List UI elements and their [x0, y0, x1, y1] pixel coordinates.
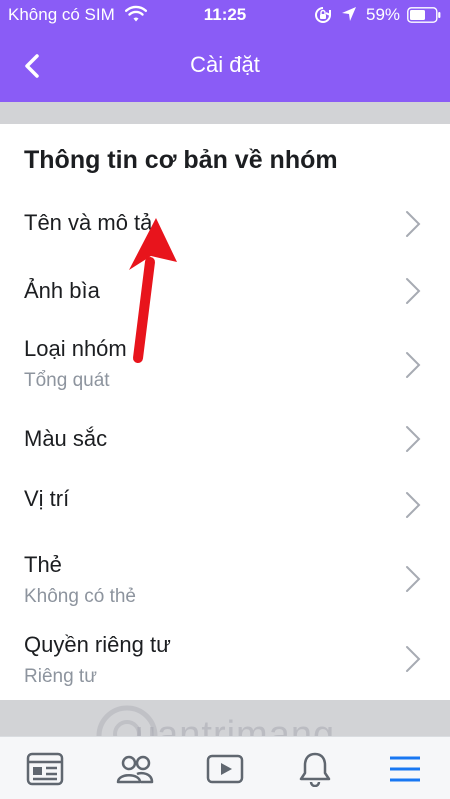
- rotation-lock-icon: [315, 7, 331, 23]
- setting-row-name-description[interactable]: Tên và mô tả: [0, 196, 450, 254]
- header: Không có SIM 11:25 59% Cài đặt: [0, 0, 450, 102]
- setting-label: Tên và mô tả: [24, 210, 153, 235]
- setting-label: Màu sắc: [24, 426, 108, 451]
- setting-value: Riêng tư: [24, 666, 97, 687]
- chevron-right-icon: [406, 426, 421, 452]
- setting-label: Ảnh bìa: [24, 278, 100, 303]
- setting-row-color[interactable]: Màu sắc: [0, 410, 450, 468]
- bell-icon: [299, 752, 331, 787]
- nav-bar: Cài đặt: [0, 30, 450, 102]
- screen: Không có SIM 11:25 59% Cài đặt Thông tin…: [0, 0, 450, 799]
- setting-row-privacy[interactable]: Quyền riêng tư Riêng tư: [0, 622, 450, 698]
- chevron-right-icon: [406, 566, 421, 592]
- section-title: Thông tin cơ bản về nhóm: [24, 146, 338, 174]
- section-divider: [0, 102, 450, 124]
- chevron-right-icon: [406, 211, 421, 237]
- chevron-right-icon: [406, 352, 421, 378]
- battery-percent: 59%: [366, 5, 401, 24]
- setting-label: Vị trí: [24, 486, 70, 511]
- setting-row-group-type[interactable]: Loại nhóm Tổng quát: [0, 326, 450, 402]
- chevron-right-icon: [406, 492, 421, 518]
- groups-icon: [116, 755, 154, 783]
- tab-notifications[interactable]: [270, 737, 360, 799]
- setting-value: Không có thẻ: [24, 586, 136, 607]
- location-icon: [342, 7, 356, 21]
- battery-icon: [407, 7, 441, 23]
- setting-value: Tổng quát: [24, 370, 110, 391]
- tab-menu[interactable]: [360, 737, 450, 799]
- tab-bar: [0, 736, 450, 799]
- news-feed-icon: [26, 752, 64, 785]
- chevron-right-icon: [406, 278, 421, 304]
- tab-groups[interactable]: [90, 737, 180, 799]
- setting-row-cover-photo[interactable]: Ảnh bìa: [0, 262, 450, 320]
- menu-icon: [390, 756, 420, 781]
- tab-news-feed[interactable]: [0, 737, 90, 799]
- setting-label: Quyền riêng tư: [24, 632, 171, 657]
- setting-row-location[interactable]: Vị trí: [0, 476, 450, 534]
- setting-label: Loại nhóm: [24, 336, 127, 361]
- chevron-right-icon: [406, 646, 421, 672]
- status-bar: Không có SIM 11:25 59%: [0, 0, 450, 30]
- setting-row-tags[interactable]: Thẻ Không có thẻ: [0, 542, 450, 618]
- tab-video[interactable]: [180, 737, 270, 799]
- page-title: Cài đặt: [190, 52, 260, 77]
- video-icon: [206, 754, 244, 783]
- setting-label: Thẻ: [24, 552, 62, 577]
